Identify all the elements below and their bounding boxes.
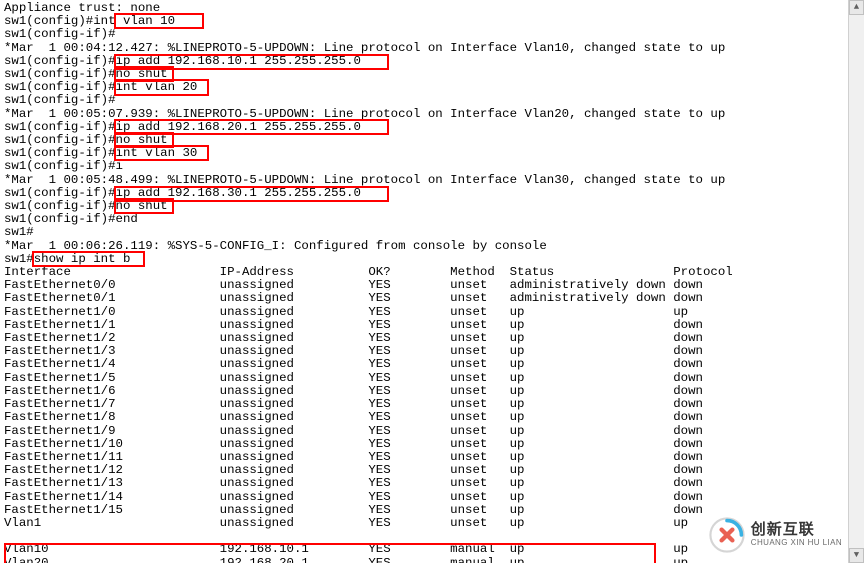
terminal-output: Appliance trust: none sw1(config)#int vl… <box>0 0 849 563</box>
scroll-up-button[interactable]: ▲ <box>849 0 864 15</box>
scroll-down-button[interactable]: ▼ <box>849 548 864 563</box>
vertical-scrollbar[interactable]: ▲ ▼ <box>848 0 864 563</box>
watermark-logo-icon <box>709 517 745 553</box>
watermark-text-cn: 创新互联 <box>751 522 842 539</box>
terminal-viewport[interactable]: Appliance trust: none sw1(config)#int vl… <box>0 0 849 563</box>
watermark: 创新互联 CHUANG XIN HU LIAN <box>709 517 842 553</box>
watermark-text-en: CHUANG XIN HU LIAN <box>751 539 842 548</box>
